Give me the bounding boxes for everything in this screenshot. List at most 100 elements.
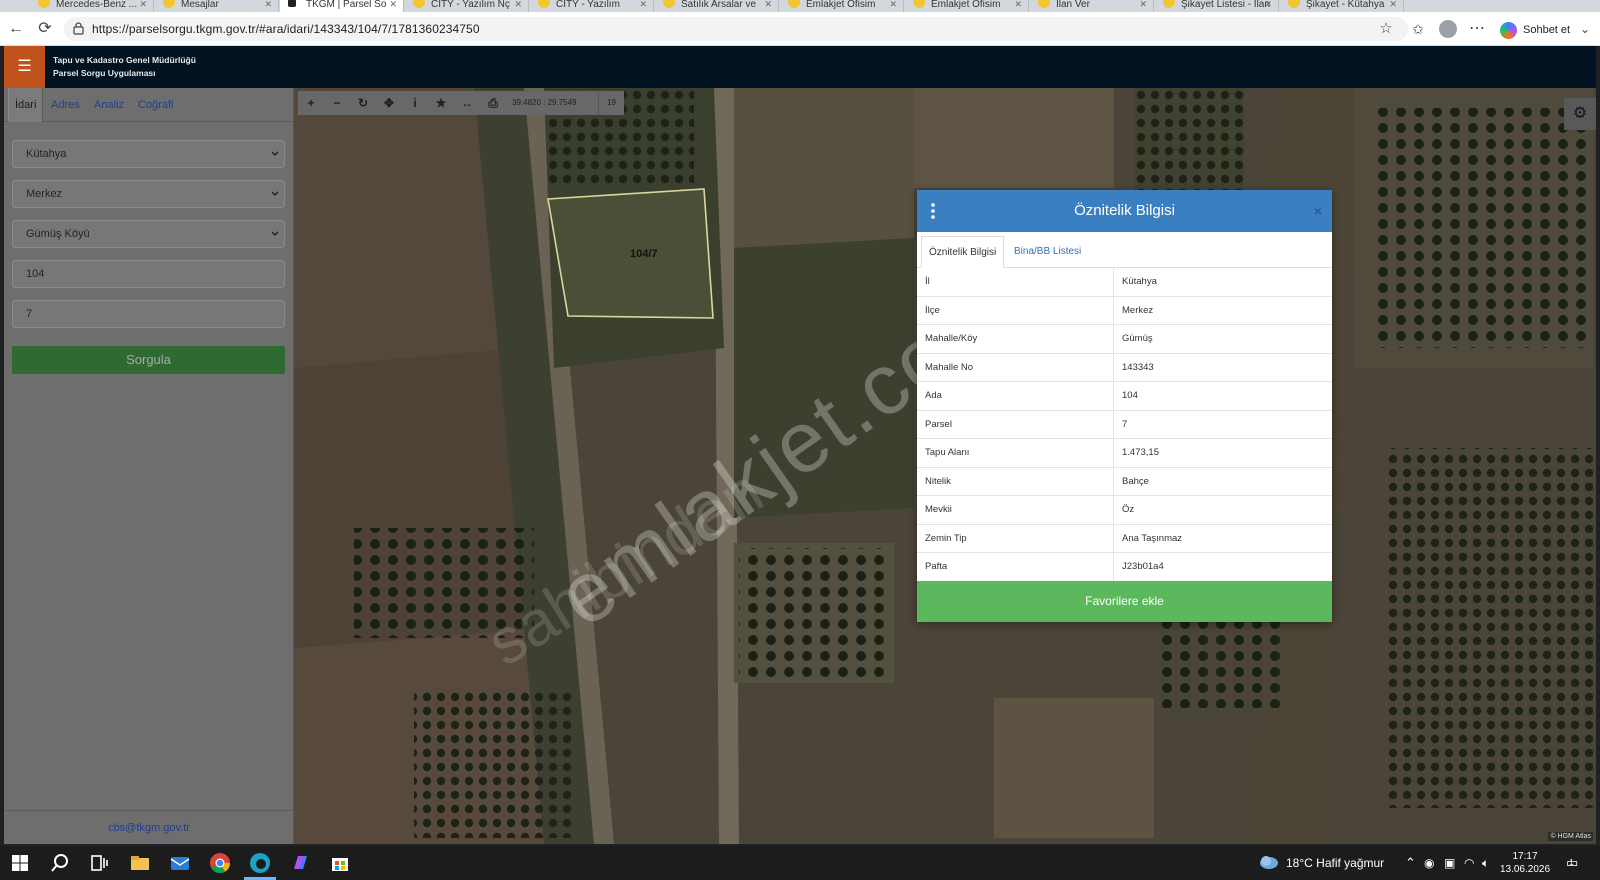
neighborhood-select[interactable]: Gümüş Köyü (12, 220, 285, 248)
close-tab-icon[interactable]: ✕ (639, 0, 647, 9)
zoom-in-icon[interactable]: + (298, 91, 324, 115)
favorite-star-icon[interactable]: ☆ (1375, 18, 1397, 40)
weather-cloud-icon[interactable] (1258, 854, 1280, 872)
meet-icon[interactable]: ▣ (1444, 846, 1455, 880)
close-tab-icon[interactable]: ✕ (889, 0, 897, 9)
attribute-key: Mahalle No (925, 361, 974, 373)
zoom-out-icon[interactable]: − (324, 91, 350, 115)
refresh-icon[interactable]: ↻ (350, 91, 376, 115)
weather-text[interactable]: 18°C Hafif yağmur (1286, 846, 1384, 880)
browser-toolbar: ← ⟳ https://parselsorgu.tkgm.gov.tr/#ara… (0, 12, 1600, 46)
settings-gear-icon[interactable]: ⚙ (1564, 98, 1596, 130)
close-tab-icon[interactable]: ✕ (1389, 0, 1397, 9)
tab-analiz[interactable]: Analiz (94, 88, 124, 122)
block-number-input[interactable]: 104 (12, 260, 285, 288)
copilot-icon[interactable] (288, 851, 312, 875)
back-icon[interactable]: ← (5, 18, 27, 40)
windows-start-icon[interactable] (8, 851, 32, 875)
attribute-key: İlçe (925, 304, 940, 316)
browser-tab[interactable]: Satılık Arsalar ve ✕ (655, 0, 779, 12)
app-title: Tapu ve Kadastro Genel Müdürlüğü Parsel … (53, 55, 196, 78)
browser-tab[interactable]: CITY - Yazılım ✕ (530, 0, 654, 12)
tab-favicon-icon (1038, 0, 1050, 8)
attribute-value: Merkez (1113, 296, 1153, 325)
store-icon[interactable] (328, 851, 352, 875)
tab-favicon-icon (38, 0, 50, 8)
chrome-icon[interactable] (208, 851, 232, 875)
address-bar[interactable]: https://parselsorgu.tkgm.gov.tr/#ara/ida… (64, 17, 1408, 41)
browser-tab[interactable]: Emlakjet Ofisim ✕ (780, 0, 904, 12)
reload-icon[interactable]: ⟳ (34, 18, 56, 40)
notification-icon[interactable]: ▭1 (1566, 846, 1583, 880)
chevron-down-icon[interactable]: ⌄ (1574, 18, 1596, 40)
query-panel: İdari Adres Analiz Coğrafi Kütahya Merke… (4, 88, 294, 844)
favorites-list-icon[interactable]: ✩ (1407, 18, 1429, 40)
copilot-chat-button[interactable]: Sohbet et (1500, 19, 1570, 41)
attribute-value: Gümüş (1113, 325, 1153, 353)
close-tab-icon[interactable]: ✕ (264, 0, 272, 9)
tab-favicon-icon (288, 0, 296, 7)
more-options-icon[interactable]: ⋯ (1466, 18, 1488, 40)
tab-favicon-icon (788, 0, 800, 8)
tab-building-list[interactable]: Bina/BB Listesi (1007, 236, 1088, 268)
browser-tab[interactable]: Şikayet Listesi - İlan ✕ (1155, 0, 1279, 12)
dialog-header: Öznitelik Bilgisi × (917, 190, 1332, 232)
chevron-down-icon (271, 231, 279, 237)
close-tab-icon[interactable]: ✕ (1139, 0, 1147, 9)
tab-favicon-icon (538, 0, 550, 8)
browser-tab-active[interactable]: TKGM | Parsel So ✕ (280, 0, 404, 12)
measure-icon[interactable]: ↔ (454, 91, 480, 115)
wifi-icon[interactable]: ◠ (1464, 846, 1474, 880)
print-icon[interactable]: ⎙ (480, 91, 506, 115)
mail-icon[interactable] (168, 851, 192, 875)
tab-cografi[interactable]: Coğrafi (138, 88, 173, 122)
add-to-favorites-button[interactable]: Favorilere ekle (917, 581, 1332, 622)
tab-favicon-icon (913, 0, 925, 8)
edge-icon[interactable] (248, 851, 272, 875)
close-tab-icon[interactable]: ✕ (1264, 0, 1272, 9)
attribute-value: Ana Taşınmaz (1113, 524, 1182, 553)
chevron-down-icon (271, 191, 279, 197)
hamburger-menu-button[interactable]: ☰ (4, 46, 45, 88)
attribute-info-dialog: Öznitelik Bilgisi × Öznitelik Bilgisi Bi… (917, 190, 1332, 622)
locate-icon[interactable]: ✥ (376, 91, 402, 115)
zoom-level: 19 (598, 91, 624, 115)
task-view-icon[interactable] (87, 851, 111, 875)
tab-idari[interactable]: İdari (8, 88, 44, 122)
province-select[interactable]: Kütahya (12, 140, 285, 168)
close-tab-icon[interactable]: ✕ (514, 0, 522, 9)
volume-icon[interactable]: 🔈︎ (1482, 846, 1489, 880)
parcel-number-input[interactable]: 7 (12, 300, 285, 328)
info-icon[interactable]: i (402, 91, 428, 115)
copilot-icon (1500, 21, 1517, 39)
browser-tab[interactable]: Mercedes-Benz ... ✕ (30, 0, 154, 12)
table-row: Ada 104 (917, 382, 1332, 411)
attribute-key: Nitelik (925, 475, 951, 487)
system-clock[interactable]: 17:17 13.06.2026 (1495, 850, 1555, 876)
close-tab-icon[interactable]: ✕ (764, 0, 772, 9)
close-tab-icon[interactable]: ✕ (389, 0, 397, 9)
favorites-star-icon[interactable]: ★ (428, 91, 454, 115)
profile-avatar[interactable] (1437, 18, 1459, 40)
location-icon[interactable]: ◉ (1424, 846, 1434, 880)
site-info-icon[interactable] (73, 22, 84, 35)
browser-tab[interactable]: İlan Ver ✕ (1030, 0, 1154, 12)
browser-tab[interactable]: Emlakjet Ofisim ✕ (905, 0, 1029, 12)
tab-adres[interactable]: Adres (51, 88, 80, 122)
browser-tab[interactable]: Şikayet - Kütahya ✕ (1280, 0, 1404, 12)
close-tab-icon[interactable]: ✕ (139, 0, 147, 9)
district-select[interactable]: Merkez (12, 180, 285, 208)
close-tab-icon[interactable]: ✕ (1014, 0, 1022, 9)
attribute-key: Mevkii (925, 504, 952, 515)
chevron-up-icon[interactable]: ⌃ (1405, 846, 1416, 880)
query-button[interactable]: Sorgula (12, 346, 285, 374)
close-icon[interactable]: × (1314, 190, 1322, 232)
contact-email-link[interactable]: cbs@tkgm.gov.tr (4, 810, 294, 844)
file-explorer-icon[interactable] (128, 851, 152, 875)
browser-tab[interactable]: Mesajlar ✕ (155, 0, 279, 12)
table-row: Mahalle No 143343 (917, 353, 1332, 382)
tab-attribute-info[interactable]: Öznitelik Bilgisi (921, 236, 1005, 268)
attribute-value: Kütahya (1113, 268, 1157, 296)
search-icon[interactable] (48, 851, 72, 875)
browser-tab[interactable]: CITY - Yazılım Nç ✕ (405, 0, 529, 12)
